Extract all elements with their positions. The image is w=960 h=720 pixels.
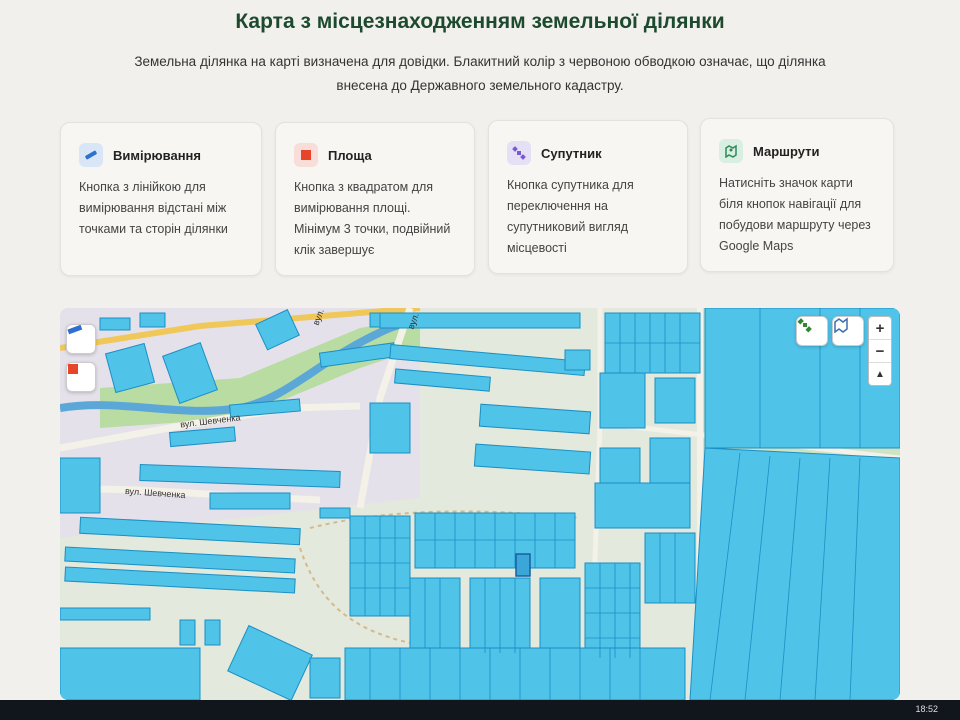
ruler-icon (67, 325, 83, 335)
zoom-out-button[interactable]: − (869, 340, 891, 363)
square-icon (68, 364, 78, 374)
zoom-control: + − ▲ (868, 316, 892, 386)
page-title: Карта з місцезнаходженням земельної діля… (235, 10, 725, 33)
card-text: Кнопка супутника для переключення на суп… (507, 178, 634, 255)
card-measure: Вимірювання Кнопка з лінійкою для вимірю… (60, 122, 262, 276)
card-title: Супутник (541, 145, 602, 161)
card-title: Площа (328, 147, 372, 163)
card-title: Вимірювання (113, 147, 201, 163)
map-route-icon (719, 139, 743, 163)
satellite-icon (797, 318, 812, 333)
satellite-icon (507, 141, 531, 165)
square-icon (294, 143, 318, 167)
satellite-button[interactable] (796, 316, 828, 346)
card-text: Натисніть значок карти біля кнопок навіг… (719, 176, 871, 253)
selected-parcel (515, 553, 531, 577)
measure-button[interactable] (66, 324, 96, 354)
card-text: Кнопка з лінійкою для вимірювання відста… (79, 180, 228, 236)
ruler-icon (79, 143, 103, 167)
area-button[interactable] (66, 362, 96, 392)
cadastral-map[interactable]: вул. Шевченка вул. Шевченка вул. вул. + … (60, 308, 900, 700)
map-canvas[interactable] (60, 308, 900, 700)
page-subtitle: Земельна ділянка на карті визначена для … (134, 54, 826, 93)
card-text: Кнопка з квадратом для вимірювання площі… (294, 180, 451, 257)
clock: 18:52 (915, 704, 938, 714)
taskbar: 18:52 (0, 700, 960, 720)
card-title: Маршрути (753, 143, 820, 159)
compass-button[interactable]: ▲ (869, 363, 891, 385)
route-button[interactable] (832, 316, 864, 346)
card-routes: Маршрути Натисніть значок карти біля кно… (700, 118, 894, 272)
card-satellite: Супутник Кнопка супутника для переключен… (488, 120, 688, 274)
zoom-in-button[interactable]: + (869, 317, 891, 340)
map-route-icon (834, 317, 848, 333)
card-area: Площа Кнопка з квадратом для вимірювання… (275, 122, 475, 276)
